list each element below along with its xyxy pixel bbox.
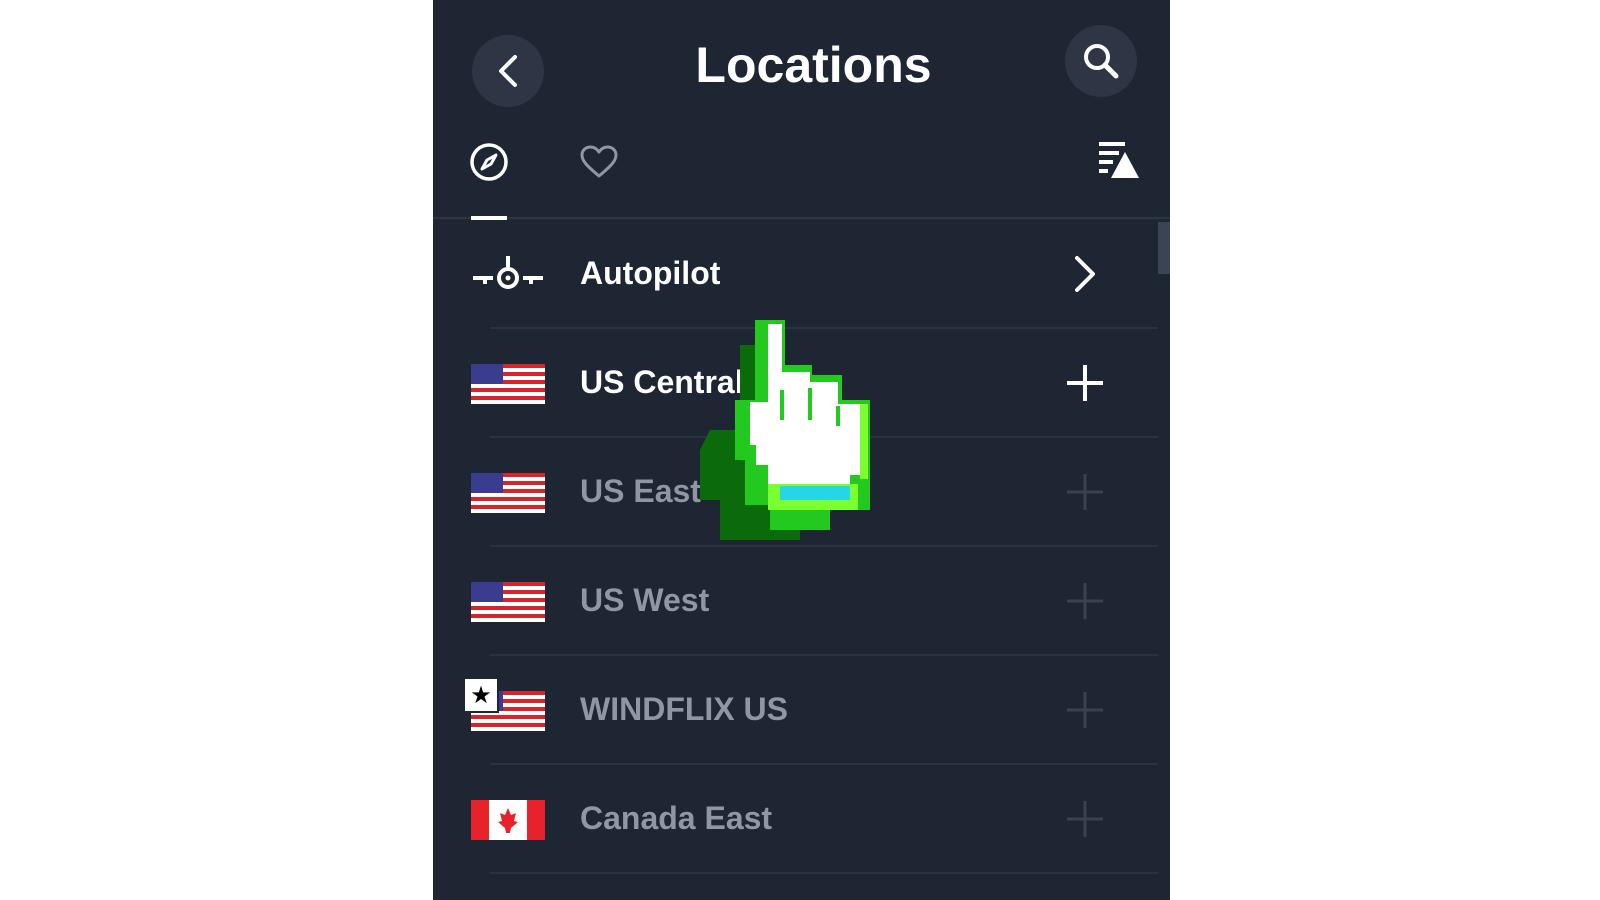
search-icon bbox=[1084, 44, 1119, 79]
heart-icon bbox=[580, 145, 618, 178]
location-label: US Central bbox=[580, 364, 744, 400]
location-row-autopilot[interactable]: Autopilot bbox=[433, 220, 1158, 329]
canada-flag-icon bbox=[471, 800, 545, 840]
search-button[interactable] bbox=[1065, 25, 1137, 97]
location-row-canada-east[interactable]: Canada East bbox=[433, 765, 1158, 874]
plus-icon[interactable] bbox=[1063, 470, 1107, 514]
location-row-windflix-us[interactable]: WINDFLIX US bbox=[433, 656, 1158, 765]
locations-list: Autopilot US Central US East US West WIN… bbox=[433, 220, 1158, 874]
location-label: WINDFLIX US bbox=[580, 691, 788, 727]
chevron-right-icon[interactable] bbox=[1063, 252, 1107, 296]
location-label: US East bbox=[580, 473, 701, 509]
plus-icon[interactable] bbox=[1063, 579, 1107, 623]
location-row-us-east[interactable]: US East bbox=[433, 438, 1158, 547]
location-row-us-central[interactable]: US Central bbox=[433, 329, 1158, 438]
location-row-us-west[interactable]: US West bbox=[433, 547, 1158, 656]
location-label: Autopilot bbox=[580, 255, 721, 291]
tab-explore[interactable] bbox=[469, 142, 509, 182]
star-icon: ★ bbox=[463, 677, 499, 713]
scrollbar-thumb[interactable] bbox=[1158, 222, 1170, 274]
compass-icon bbox=[470, 143, 508, 181]
us-flag-icon bbox=[471, 582, 545, 622]
autopilot-icon bbox=[473, 256, 543, 289]
sort-button[interactable] bbox=[1097, 140, 1141, 182]
us-flag-icon bbox=[471, 364, 545, 404]
us-flag-icon bbox=[471, 473, 545, 513]
location-label: Canada East bbox=[580, 800, 773, 836]
sort-icon bbox=[1099, 142, 1139, 178]
locations-panel: Locations Autopilot US Central US East U… bbox=[433, 0, 1170, 900]
row-divider bbox=[490, 872, 1158, 874]
location-label: US West bbox=[580, 582, 710, 618]
plus-icon[interactable] bbox=[1063, 688, 1107, 732]
plus-icon[interactable] bbox=[1063, 797, 1107, 841]
plus-icon[interactable] bbox=[1063, 361, 1107, 405]
page-title: Locations bbox=[695, 37, 932, 93]
tab-favorites[interactable] bbox=[579, 142, 619, 182]
tabs-divider bbox=[433, 217, 1170, 219]
